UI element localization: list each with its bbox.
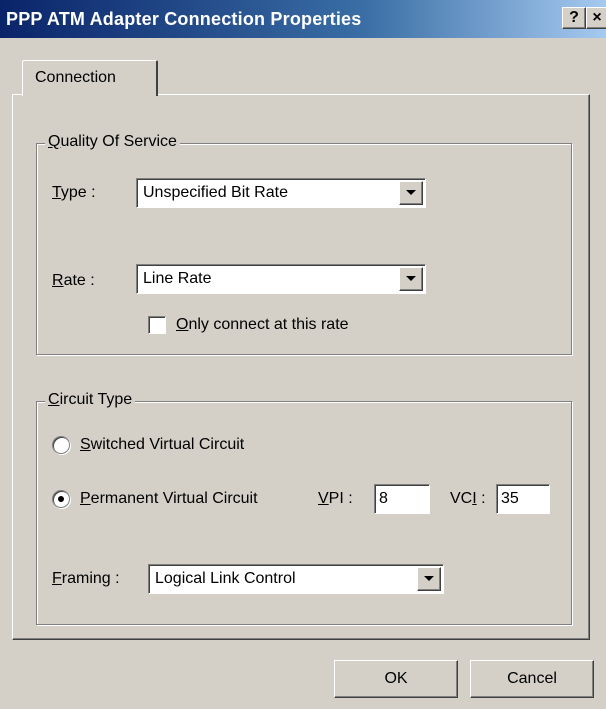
help-button[interactable]: ? [562, 7, 586, 29]
only-connect-label[interactable]: Only connect at this rate [176, 316, 349, 334]
type-dropdown-button[interactable] [399, 181, 423, 205]
rate-dropdown-button[interactable] [399, 267, 423, 291]
ok-button[interactable]: OK [334, 660, 458, 698]
circuit-type-legend: Circuit Type [45, 391, 136, 409]
switched-virtual-circuit-radio[interactable] [52, 436, 70, 454]
permanent-virtual-circuit-radio[interactable] [52, 490, 70, 508]
type-dropdown-value: Unspecified Bit Rate [143, 184, 288, 201]
window-title: PPP ATM Adapter Connection Properties [6, 9, 362, 29]
close-button[interactable]: × [586, 7, 606, 29]
only-connect-checkbox[interactable] [148, 316, 166, 334]
permanent-virtual-circuit-label[interactable]: Permanent Virtual Circuit [80, 490, 258, 508]
switched-virtual-circuit-label[interactable]: Switched Virtual Circuit [80, 436, 244, 454]
chevron-down-icon [406, 190, 416, 195]
rate-dropdown[interactable]: Line Rate [136, 264, 426, 294]
cancel-button[interactable]: Cancel [470, 660, 594, 698]
vci-label: VCI : [450, 490, 486, 507]
title-bar: PPP ATM Adapter Connection Properties ? … [0, 0, 606, 38]
framing-dropdown-value: Logical Link Control [155, 570, 296, 587]
rate-dropdown-value: Line Rate [143, 270, 212, 287]
framing-dropdown-button[interactable] [417, 567, 441, 591]
framing-label: Framing : [52, 570, 120, 587]
quality-of-service-legend: Quality Of Service [45, 133, 180, 151]
radio-selected-dot [58, 496, 64, 502]
tab-connection[interactable]: Connection [22, 60, 158, 96]
vpi-label: VPI : [318, 490, 353, 507]
chevron-down-icon [424, 576, 434, 581]
vpi-input[interactable]: 8 [374, 484, 430, 514]
vci-input[interactable]: 35 [496, 484, 550, 514]
rate-label: Rate : [52, 272, 95, 289]
framing-dropdown[interactable]: Logical Link Control [148, 564, 444, 594]
type-label: Type : [52, 184, 96, 201]
chevron-down-icon [406, 276, 416, 281]
type-dropdown[interactable]: Unspecified Bit Rate [136, 178, 426, 208]
